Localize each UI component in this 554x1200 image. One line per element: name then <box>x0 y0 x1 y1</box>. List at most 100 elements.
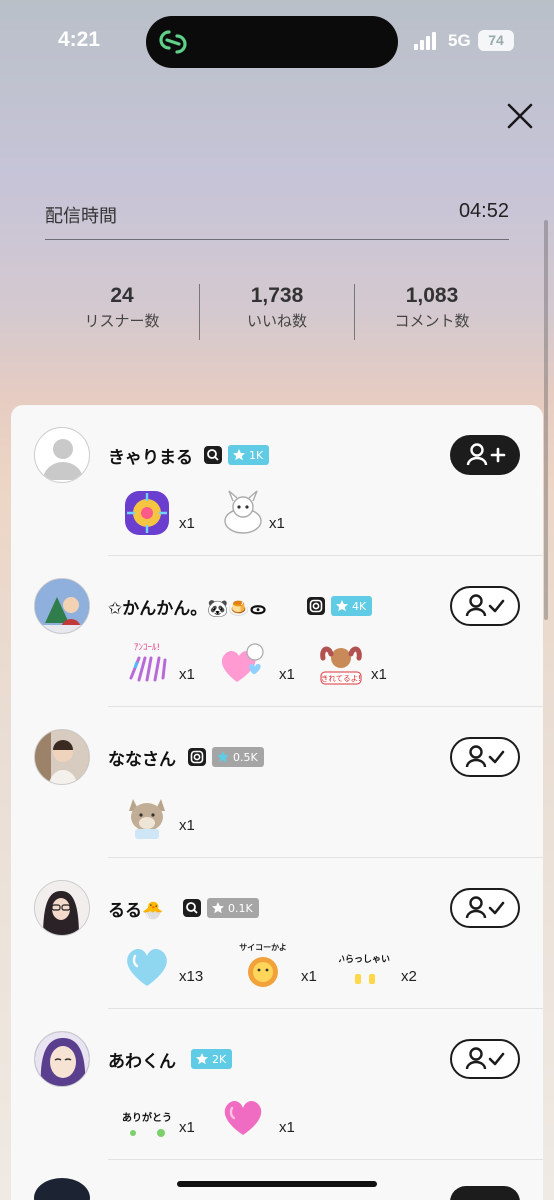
gift-count: x1 <box>179 515 195 532</box>
white-animal-sticker-icon <box>224 490 262 534</box>
stat-likes: 1,738 いいね数 <box>200 284 354 331</box>
listener-badges: 1K <box>204 445 270 465</box>
stat-value: 24 <box>110 284 134 307</box>
star-icon <box>217 751 229 763</box>
scrollbar[interactable] <box>544 220 548 620</box>
pink-heart-sticker-icon <box>221 643 264 682</box>
sticker-text: きれてるよ! <box>321 674 361 683</box>
listener-name[interactable]: きゃりまる <box>108 443 193 468</box>
add-user-icon <box>466 443 506 466</box>
app-link-icon <box>159 30 187 54</box>
avatar[interactable] <box>34 427 90 483</box>
following-button[interactable] <box>450 1186 520 1200</box>
gift-count: x1 <box>269 515 285 532</box>
gift-count: x2 <box>401 968 417 985</box>
stream-duration-value: 04:52 <box>458 200 509 222</box>
listener-name[interactable]: あわくん <box>108 1047 176 1072</box>
star-icon <box>196 1053 208 1065</box>
home-indicator[interactable] <box>177 1181 377 1187</box>
gift-count: x1 <box>371 666 387 683</box>
firework-sticker-icon <box>125 491 169 535</box>
listener-name[interactable]: るる🐣 <box>108 896 163 921</box>
stat-label: いいね数 <box>246 312 307 330</box>
card-divider <box>108 1159 543 1160</box>
user-check-icon <box>465 896 505 919</box>
fan-level-value: 0.5K <box>233 750 258 764</box>
gift-count: x13 <box>179 968 204 985</box>
listener-card[interactable]: ななさん 0.5K x1 <box>11 707 543 858</box>
blue-heart-sticker-icon <box>127 949 167 986</box>
dynamic-island <box>146 16 398 68</box>
fan-level-badge: 4K <box>331 596 373 616</box>
listener-card[interactable]: あわくん 2K ありがとう x1 x1 <box>11 1009 543 1160</box>
following-button[interactable] <box>450 737 520 777</box>
sticker-text: ありがとう <box>122 1111 172 1124</box>
saiko-lion-sticker-icon: サイコーかよ <box>239 943 287 987</box>
network-type: 5G <box>448 31 471 50</box>
gift-count: x1 <box>279 666 295 683</box>
fan-level-badge: 0.5K <box>212 747 264 767</box>
fan-level-value: 4K <box>352 599 367 613</box>
cellular-signal-icon <box>414 32 440 50</box>
search-icon <box>183 899 201 917</box>
follow-button[interactable] <box>450 435 520 475</box>
stat-listeners: 24 リスナー数 <box>45 284 199 331</box>
fan-level-value: 1K <box>249 448 264 462</box>
avatar[interactable] <box>34 880 90 936</box>
gift-count: x1 <box>179 666 195 683</box>
muscle-sticker-icon: きれてるよ! <box>320 646 362 685</box>
sticker-text: ｱﾝｺｰﾙ! <box>134 643 160 653</box>
following-button[interactable] <box>450 1039 520 1079</box>
gift-count: x1 <box>279 1119 295 1136</box>
instagram-icon <box>307 597 325 615</box>
user-check-icon <box>465 745 505 768</box>
listener-badges: 4K <box>307 596 373 616</box>
listener-list-panel[interactable]: きゃりまる 1K x1 x1 ✩かんかん。🐼🍮ᯣ 4K ｱﾝｺｰﾙ! x1 x1… <box>11 405 543 1200</box>
close-icon[interactable] <box>500 96 540 136</box>
avatar[interactable] <box>34 578 90 634</box>
fan-level-value: 2K <box>212 1052 227 1066</box>
fan-level-badge: 0.1K <box>207 898 259 918</box>
gift-count: x1 <box>179 1119 195 1136</box>
star-icon <box>212 902 224 914</box>
listener-badges: 2K <box>191 1049 233 1069</box>
listener-name[interactable]: ななさん <box>108 745 176 770</box>
listener-card[interactable]: きゃりまる 1K x1 x1 <box>11 405 543 556</box>
listener-card[interactable]: るる🐣 0.1K x13 サイコーかよ x1 いらっしゃい! x2 <box>11 858 543 1009</box>
search-icon <box>204 446 222 464</box>
stat-comments: 1,083 コメント数 <box>355 284 509 331</box>
fan-level-badge: 2K <box>191 1049 233 1069</box>
arigatou-sticker-icon: ありがとう <box>122 1111 172 1137</box>
listener-badges: 0.1K <box>183 898 259 918</box>
stream-duration-label: 配信時間 <box>45 206 117 227</box>
sticker-text: サイコーかよ <box>239 943 287 952</box>
stream-stats: 24 リスナー数 1,738 いいね数 1,083 コメント数 <box>45 284 509 340</box>
listener-name[interactable]: ✩かんかん。🐼🍮ᯣ <box>108 594 266 619</box>
avatar[interactable] <box>34 1031 90 1087</box>
default-avatar-icon <box>43 439 83 480</box>
avatar[interactable] <box>34 729 90 785</box>
pink-heart-sticker-icon <box>224 1101 262 1135</box>
stat-label: リスナー数 <box>84 312 160 330</box>
star-icon <box>233 449 245 461</box>
user-check-icon <box>465 1047 505 1070</box>
irasshai-sticker-icon: いらっしゃい! <box>339 954 391 984</box>
stat-label: コメント数 <box>394 312 470 330</box>
listener-card[interactable]: ✩かんかん。🐼🍮ᯣ 4K ｱﾝｺｰﾙ! x1 x1 きれてるよ! x1 <box>11 556 543 707</box>
avatar-photo <box>35 730 89 784</box>
listener-badges: 0.5K <box>188 747 264 767</box>
following-button[interactable] <box>450 586 520 626</box>
status-bar: 4:21 5G 74 <box>0 0 554 80</box>
shiba-sticker-icon <box>129 799 165 839</box>
stat-value: 1,738 <box>250 284 304 307</box>
gift-count: x1 <box>301 968 317 985</box>
star-icon <box>336 600 348 612</box>
gift-count: x1 <box>179 817 195 834</box>
fan-level-badge: 1K <box>228 445 270 465</box>
stat-value: 1,083 <box>405 284 459 307</box>
following-button[interactable] <box>450 888 520 928</box>
status-time: 4:21 <box>58 28 101 51</box>
fan-level-value: 0.1K <box>228 901 253 915</box>
sticker-text: いらっしゃい! <box>339 954 391 965</box>
instagram-icon <box>188 748 206 766</box>
